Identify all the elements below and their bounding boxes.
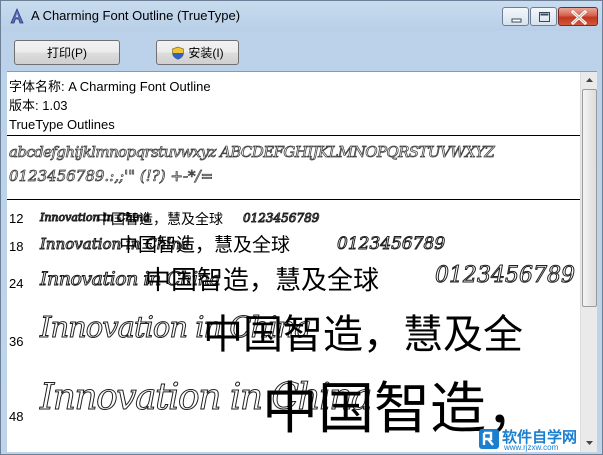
sample-cjk-12: 中国智造，慧及全球: [97, 212, 223, 228]
sample-digits-12: 0123456789: [242, 211, 320, 226]
sample-cjk-18: 中国智造，慧及全球: [119, 234, 291, 256]
font-preview-pane[interactable]: 字体名称: A Charming Font Outline 版本: 1.03 T…: [7, 71, 597, 452]
font-name-line: 字体名称: A Charming Font Outline: [9, 79, 211, 94]
font-info: 字体名称: A Charming Font Outline 版本: 1.03 T…: [9, 77, 211, 134]
charset-digits: 0123456789.:,;'" (!?) +-*/=: [9, 167, 214, 186]
charset-letters: abcdefghijklmnopqrstuvwxyz ABCDEFGHIJKLM…: [9, 143, 496, 162]
toolbar: 打印(P) 安装(I): [7, 32, 596, 70]
maximize-button[interactable]: [530, 7, 557, 26]
maximize-icon: [539, 12, 550, 22]
sample-cjk-36: 中国智造，慧及全: [203, 312, 523, 358]
font-app-icon: [10, 8, 24, 24]
sample-digits-24: 0123456789: [435, 263, 576, 289]
divider-2: [7, 199, 581, 200]
scrollbar-thumb[interactable]: [582, 89, 597, 307]
print-button-label: 打印(P): [47, 46, 87, 60]
sample-digits-18: 0123456789: [336, 234, 446, 255]
sample-cjk-24: 中国智造，慧及全球: [145, 266, 380, 296]
sample-size-18: 18: [9, 239, 24, 254]
font-type-line: TrueType Outlines: [9, 117, 115, 132]
sample-size-24: 24: [9, 276, 24, 291]
title-bar[interactable]: A Charming Font Outline (TrueType): [1, 1, 602, 31]
uac-shield-icon: [172, 46, 185, 60]
scroll-up-button[interactable]: [582, 72, 597, 88]
font-version-line: 版本: 1.03: [9, 98, 68, 113]
arrow-up-icon: [586, 78, 593, 82]
print-button[interactable]: 打印(P): [14, 40, 120, 65]
install-button-label: 安装(I): [188, 46, 224, 60]
divider-1: [7, 135, 581, 136]
vertical-scrollbar[interactable]: [580, 72, 597, 452]
site-watermark: 软件自学网 www.rjzxw.com: [478, 426, 598, 452]
font-viewer-window: A Charming Font Outline (TrueType) 打印(P): [0, 0, 603, 455]
close-icon: [570, 9, 588, 26]
sample-size-36: 36: [9, 334, 24, 349]
watermark-url: www.rjzxw.com: [504, 443, 559, 452]
close-button[interactable]: [558, 7, 598, 26]
sample-size-12: 12: [9, 211, 24, 226]
watermark-logo-icon: [479, 429, 499, 449]
minimize-icon: [511, 18, 522, 23]
window-title: A Charming Font Outline (TrueType): [31, 8, 241, 23]
install-button[interactable]: 安装(I): [156, 40, 239, 65]
minimize-button[interactable]: [502, 7, 529, 26]
sample-size-48: 48: [9, 409, 24, 424]
